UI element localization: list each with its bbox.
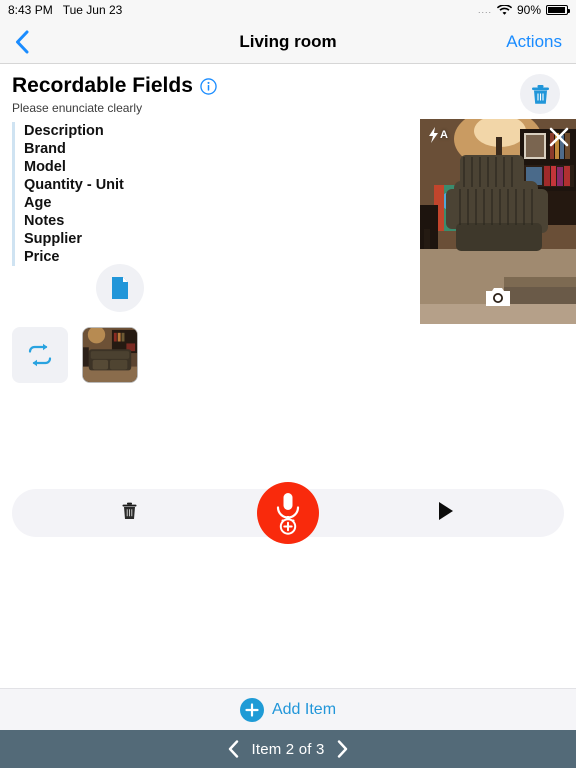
status-bar: 8:43 PM Tue Jun 23 .... 90% [0, 0, 576, 20]
signal-dots: .... [477, 4, 492, 15]
app-root: 8:43 PM Tue Jun 23 .... 90% Living room … [0, 0, 576, 768]
section-header: Recordable Fields Please enunciate clear… [0, 64, 576, 115]
field-row: Quantity - Unit [24, 177, 124, 193]
swap-media-button[interactable] [12, 327, 68, 383]
media-thumbnails [12, 327, 138, 383]
status-time: 8:43 PM [8, 3, 53, 17]
status-right: .... 90% [477, 0, 570, 20]
play-triangle-icon [439, 501, 453, 520]
field-row: Description [24, 123, 104, 139]
wifi-icon [496, 4, 512, 15]
add-item-label: Add Item [271, 700, 337, 718]
page-title: Living room [239, 31, 337, 51]
actions-button[interactable]: Actions [506, 32, 562, 52]
battery-percent: 90% [516, 3, 541, 17]
item-pager: Item 2 of 3 [0, 730, 576, 768]
play-recording-button[interactable] [438, 501, 454, 526]
document-button[interactable] [96, 264, 144, 312]
next-item-button[interactable] [337, 740, 348, 758]
field-row: Brand [24, 141, 66, 157]
add-item-button[interactable]: Add Item [0, 688, 576, 730]
camera-shutter-icon[interactable] [485, 286, 511, 308]
nav-bar: Living room Actions [0, 20, 576, 64]
field-row: Supplier [24, 231, 83, 247]
camera-preview[interactable]: A [420, 119, 576, 324]
field-row: Age [24, 195, 52, 211]
field-row: Notes [24, 213, 65, 229]
section-title: Recordable Fields [12, 74, 193, 97]
recordable-fields-list: Description Brand Model Quantity - Unit … [12, 122, 242, 266]
plus-icon [245, 702, 259, 717]
field-row: Price [24, 249, 60, 265]
section-title-row: Recordable Fields [12, 74, 576, 98]
photo-thumbnail[interactable] [82, 327, 138, 383]
delete-recording-button[interactable] [122, 502, 137, 525]
trash-icon [531, 84, 549, 104]
status-left: 8:43 PM Tue Jun 23 [8, 3, 122, 17]
microphone-add-icon [276, 493, 300, 535]
battery-icon [546, 5, 570, 15]
record-button[interactable] [257, 482, 319, 544]
trash-icon [122, 502, 137, 519]
swap-arrows-icon [28, 343, 52, 367]
section-subtitle: Please enunciate clearly [12, 101, 143, 115]
info-circle-icon[interactable] [200, 77, 217, 95]
plus-circle-icon [239, 697, 264, 722]
chevron-right-icon [337, 740, 347, 758]
flash-auto-icon [429, 127, 438, 143]
status-date: Tue Jun 23 [62, 3, 123, 17]
photo-thumbnail-image [83, 328, 137, 382]
flash-mode-label: A [440, 129, 448, 141]
document-icon [112, 277, 128, 299]
flash-auto-button[interactable]: A [428, 127, 448, 143]
delete-item-button[interactable] [520, 74, 560, 114]
chevron-left-icon [229, 740, 239, 758]
previous-item-button[interactable] [228, 740, 239, 758]
pager-label: Item 2 of 3 [251, 740, 325, 758]
audio-recorder-bar [12, 482, 564, 544]
close-x-icon[interactable] [548, 126, 570, 148]
field-row: Model [24, 159, 66, 175]
main-content: Recordable Fields Please enunciate clear… [0, 64, 576, 704]
